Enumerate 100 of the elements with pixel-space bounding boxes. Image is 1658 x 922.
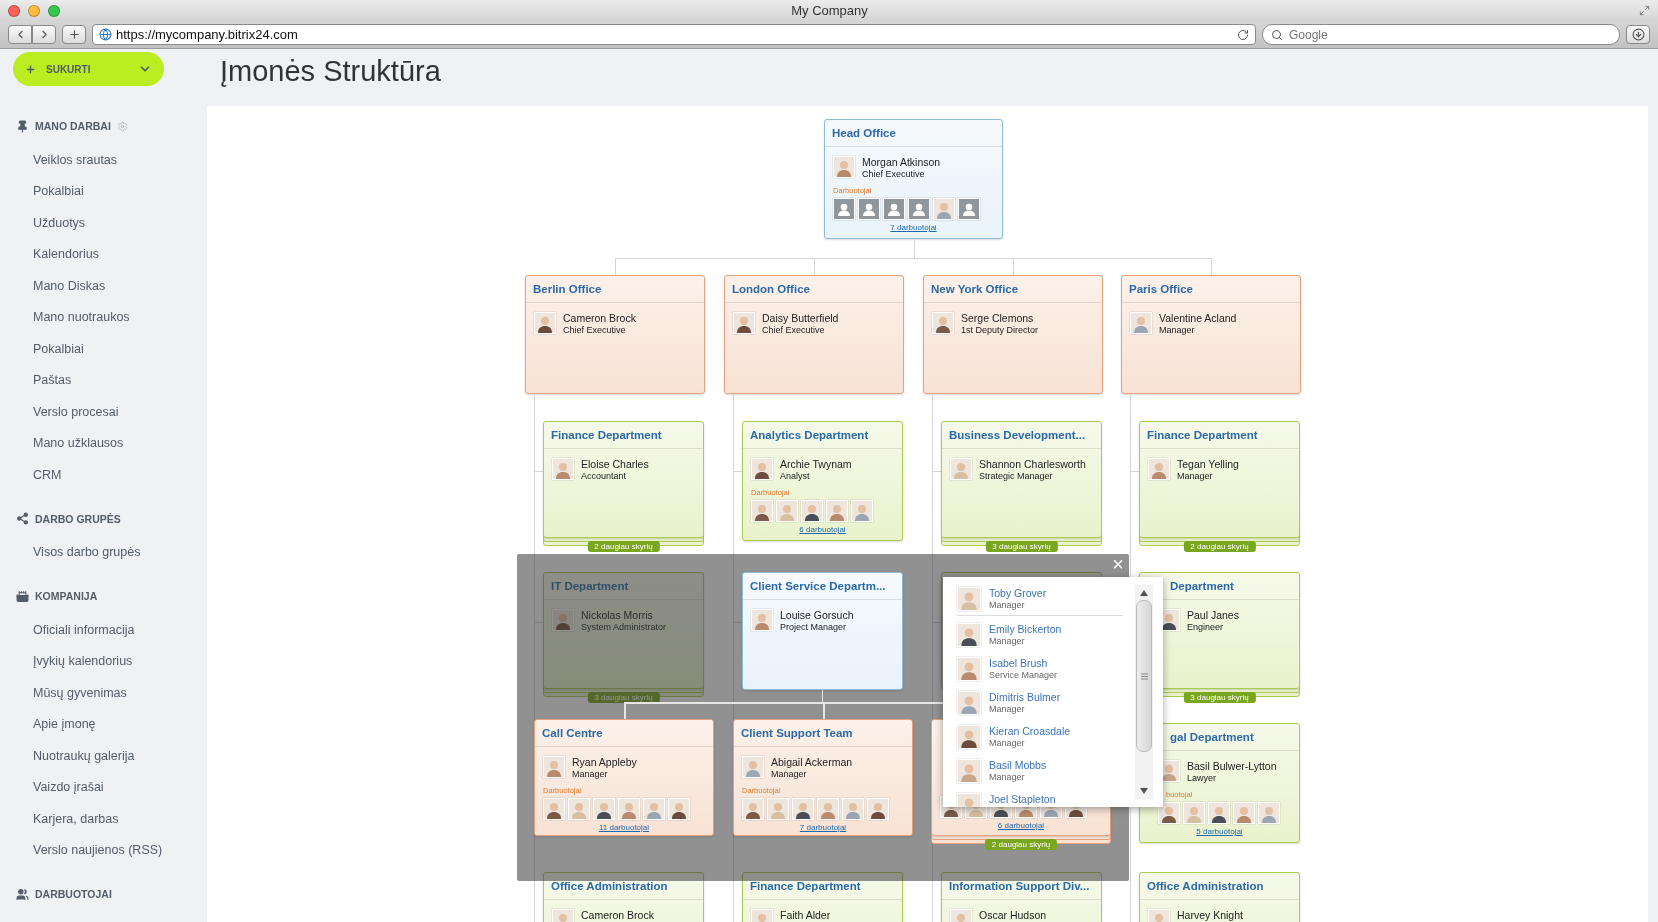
sidebar-item[interactable]: Apie įmonę — [0, 708, 207, 740]
sidebar-item[interactable]: Kalendorius — [0, 238, 207, 270]
employees-link[interactable]: 5 darbuotojai — [1196, 827, 1243, 836]
org-card[interactable]: Business Development... Shannon Charlesworth Strategic Manager — [941, 421, 1102, 538]
address-field[interactable]: https://mycompany.bitrix24.com — [92, 24, 1256, 45]
zoom-window-button[interactable] — [48, 4, 60, 17]
search-input[interactable]: Google — [1287, 26, 1611, 43]
employees-link[interactable]: 11 darbuotojai — [598, 823, 650, 832]
sidebar-item[interactable]: CRM — [0, 459, 207, 491]
scroll-down-icon[interactable] — [1140, 788, 1148, 794]
sidebar-item[interactable]: Mano užklausos — [0, 427, 207, 459]
sidebar-item[interactable]: Karjera, darbas — [0, 803, 207, 835]
person-name[interactable]: Daisy Butterfield — [762, 312, 839, 324]
card-title[interactable]: Berlin Office — [533, 283, 602, 295]
employee-list-item[interactable]: Kieran Croasdale Manager — [957, 722, 1123, 756]
sidebar-section-title[interactable]: KOMPANIJA — [35, 590, 98, 602]
reload-icon[interactable] — [1237, 28, 1249, 41]
person-name[interactable]: Eloise Charles — [581, 458, 649, 470]
person-name[interactable]: Nickolas Morris — [581, 609, 667, 621]
sidebar-item[interactable]: Nuotraukų galerija — [0, 740, 207, 772]
card-title[interactable]: Finance Department — [1147, 429, 1258, 441]
plus-icon[interactable] — [67, 28, 81, 41]
sidebar-item[interactable]: Pokalbiai — [0, 333, 207, 365]
sidebar-item[interactable]: Vaizdo įrašai — [0, 771, 207, 803]
new-tab-button[interactable] — [62, 25, 86, 44]
org-card[interactable]: Berlin Office Cameron Brock Chief Executive — [525, 275, 705, 394]
employee-list-item[interactable]: Isabel Brush Service Manager — [957, 654, 1123, 688]
org-card[interactable]: Finance Department Faith Alder — [742, 872, 903, 922]
sidebar-item[interactable]: Įvykių kalendorius — [0, 645, 207, 677]
sidebar-section-title[interactable]: DARBO GRUPĖS — [35, 512, 121, 525]
scrollbar[interactable] — [1135, 585, 1153, 799]
person-name[interactable]: Cameron Brock — [563, 312, 636, 324]
org-card[interactable]: London Office Daisy Butterfield Chief Executive — [724, 275, 904, 394]
search-field[interactable]: Google — [1262, 24, 1620, 45]
sidebar-item[interactable]: Verslo naujienos (RSS) — [0, 834, 207, 866]
fullscreen-icon[interactable] — [1639, 5, 1650, 16]
card-title[interactable]: Client Service Departm... — [750, 580, 886, 592]
plus-icon[interactable] — [25, 63, 36, 75]
person-name[interactable]: Serge Clemons — [961, 312, 1039, 324]
card-title[interactable]: Information Support Div... — [949, 880, 1090, 892]
sidebar-item[interactable]: Verslo procesai — [0, 396, 207, 428]
org-card[interactable]: Finance Department Tegan Yelling Manager — [1139, 421, 1300, 538]
person-name[interactable]: Cameron Brock — [581, 909, 654, 921]
card-title[interactable]: Client Support Team — [741, 727, 853, 739]
card-title[interactable]: Business Development... — [949, 429, 1086, 441]
sidebar-item[interactable]: Mano Diskas — [0, 270, 207, 302]
card-title[interactable]: Analytics Department — [750, 429, 869, 441]
person-name[interactable]: Morgan Atkinson — [862, 156, 941, 168]
sidebar-item[interactable]: Užduotys — [0, 207, 207, 239]
employee-list-item[interactable]: Dimitris Bulmer Manager — [957, 688, 1123, 722]
person-name[interactable]: Tegan Yelling — [1177, 458, 1239, 470]
org-card[interactable]: Client Service Departm... Louise Gorsuch Project Manager — [742, 572, 903, 690]
sidebar-section-title[interactable]: MANO DARBAI — [35, 120, 111, 132]
scroll-up-icon[interactable] — [1140, 590, 1148, 596]
downloads-button[interactable] — [1626, 25, 1650, 44]
sidebar-item[interactable]: Mūsų gyvenimas — [0, 677, 207, 709]
person-name[interactable]: Louise Gorsuch — [780, 609, 854, 621]
person-name[interactable]: Abigail Ackerman — [771, 756, 853, 768]
org-card[interactable]: Paris Office Valentine Acland Manager — [1121, 275, 1301, 394]
employees-link[interactable]: 7 darbuotojai — [799, 823, 847, 832]
card-title[interactable]: Finance Department — [551, 429, 662, 441]
card-title[interactable]: Call Centre — [542, 727, 603, 739]
org-card[interactable]: Office Administration Harvey Knight — [1139, 872, 1300, 922]
person-name[interactable]: Basil Bulwer-Lytton — [1187, 760, 1277, 772]
card-title[interactable]: Finance Department — [750, 880, 861, 892]
org-card[interactable]: Office Administration Cameron Brock — [543, 872, 704, 922]
person-name[interactable]: Paul Janes — [1187, 609, 1239, 621]
sidebar-item[interactable]: Paštas — [0, 364, 207, 396]
sidebar-item[interactable]: Pokalbiai — [0, 175, 207, 207]
card-title[interactable]: Department — [1170, 580, 1234, 592]
card-title[interactable]: Head Office — [832, 127, 896, 139]
card-title[interactable]: London Office — [732, 283, 810, 295]
employee-list-item[interactable]: Joel Stapleton — [957, 790, 1123, 807]
card-title[interactable]: Office Administration — [1147, 880, 1264, 892]
person-name[interactable]: Harvey Knight — [1177, 909, 1243, 921]
card-title[interactable]: New York Office — [931, 283, 1019, 295]
employee-list-item[interactable]: Basil Mobbs Manager — [957, 756, 1123, 790]
forward-button[interactable] — [32, 25, 56, 44]
grip-icon[interactable] — [1140, 672, 1148, 680]
close-window-button[interactable] — [8, 4, 20, 17]
download-icon[interactable] — [1631, 28, 1645, 41]
org-card[interactable]: Information Support Div... Oscar Hudson — [941, 872, 1102, 922]
sidebar-item[interactable]: Visos darbo grupės — [0, 536, 207, 568]
create-button[interactable]: SUKURTI — [13, 52, 164, 86]
employee-list-item[interactable]: Emily Bickerton Manager — [957, 620, 1123, 654]
person-name[interactable]: Faith Alder — [780, 909, 831, 921]
org-card[interactable]: New York Office Serge Clemons 1st Deputy Director — [923, 275, 1103, 394]
person-name[interactable]: Shannon Charlesworth — [979, 458, 1086, 470]
employees-link[interactable]: 6 darbuotojai — [997, 821, 1045, 830]
person-name[interactable]: Archie Twynam — [780, 458, 852, 470]
sidebar-section-title[interactable]: DARBUOTOJAI — [35, 888, 112, 900]
org-card[interactable]: Finance Department Eloise Charles Accountant — [543, 421, 704, 538]
sidebar-item[interactable]: Veiklos srautas — [0, 144, 207, 176]
card-title[interactable]: Office Administration — [551, 880, 668, 892]
person-name[interactable]: Oscar Hudson — [979, 909, 1047, 921]
sidebar-item[interactable]: Mano nuotraukos — [0, 301, 207, 333]
person-name[interactable]: Ryan Appleby — [572, 756, 637, 768]
employees-link[interactable]: 7 darbuotojai — [890, 223, 937, 232]
org-card[interactable]: IT Department Nickolas Morris System Administrator — [543, 572, 704, 689]
employees-link[interactable]: 6 darbuotojai — [799, 525, 846, 534]
